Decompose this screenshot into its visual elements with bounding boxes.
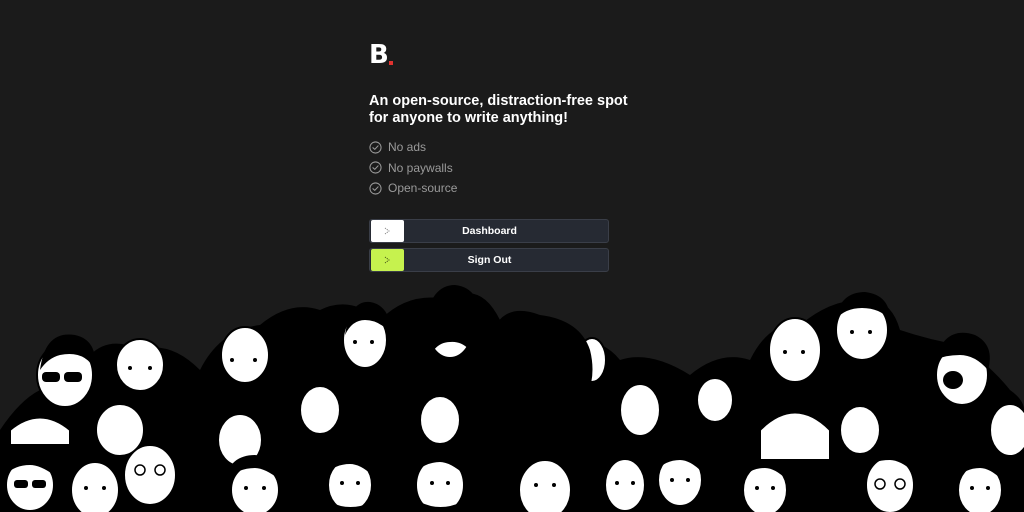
feature-label: No paywalls [388, 160, 453, 175]
dashboard-button[interactable]: Dashboard [369, 219, 609, 243]
page-title: An open-source, distraction-free spot fo… [369, 93, 628, 126]
crowd-of-people-illustration [0, 285, 1024, 512]
list-item: Open-source [369, 178, 629, 199]
feature-label: Open-source [388, 181, 458, 196]
list-item: No ads [369, 137, 629, 158]
feature-label: No ads [388, 140, 427, 155]
arrow-right-icon [384, 227, 390, 235]
dashboard-label: Dashboard [462, 225, 517, 237]
logo[interactable]: B [369, 42, 629, 68]
sign-out-label: Sign Out [467, 254, 512, 266]
list-item: No paywalls [369, 158, 629, 179]
arrow-right-icon [384, 256, 390, 264]
main-panel: B An open-source, distraction-free spot … [369, 42, 629, 272]
check-circle-icon [369, 182, 382, 195]
check-circle-icon [369, 141, 382, 154]
sign-out-icon-box [371, 249, 404, 271]
logo-letter: B [369, 40, 389, 70]
feature-list: No ads No paywalls Open-source [369, 137, 629, 199]
logo-dot [388, 61, 393, 65]
check-circle-icon [369, 161, 382, 174]
dashboard-icon-box [371, 220, 404, 242]
sign-out-button[interactable]: Sign Out [369, 248, 609, 272]
